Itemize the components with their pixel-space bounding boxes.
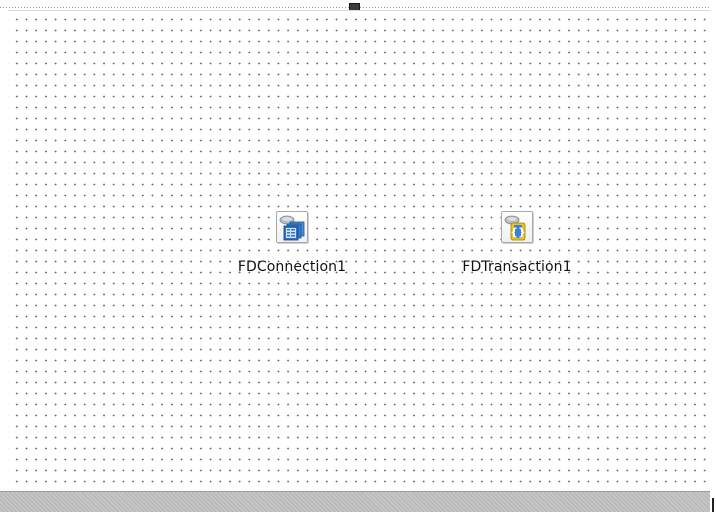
form-corner-marker <box>712 498 714 512</box>
svg-text:{}: {} <box>510 226 526 239</box>
horizontal-scrollbar[interactable] <box>0 491 710 512</box>
form-left-margin <box>0 10 8 491</box>
form-designer: FDConnection1 {} FDTransaction1 <box>0 0 716 512</box>
fdconnection-caption: FDConnection1 <box>237 259 347 275</box>
fdconnection-icon[interactable] <box>276 211 308 243</box>
fdtransaction-caption: FDTransaction1 <box>462 259 572 275</box>
form-right-margin <box>710 0 716 512</box>
component-fdconnection[interactable]: FDConnection1 <box>212 211 372 291</box>
component-fdtransaction[interactable]: {} FDTransaction1 <box>437 211 597 291</box>
fdtransaction-icon[interactable]: {} <box>501 211 533 243</box>
